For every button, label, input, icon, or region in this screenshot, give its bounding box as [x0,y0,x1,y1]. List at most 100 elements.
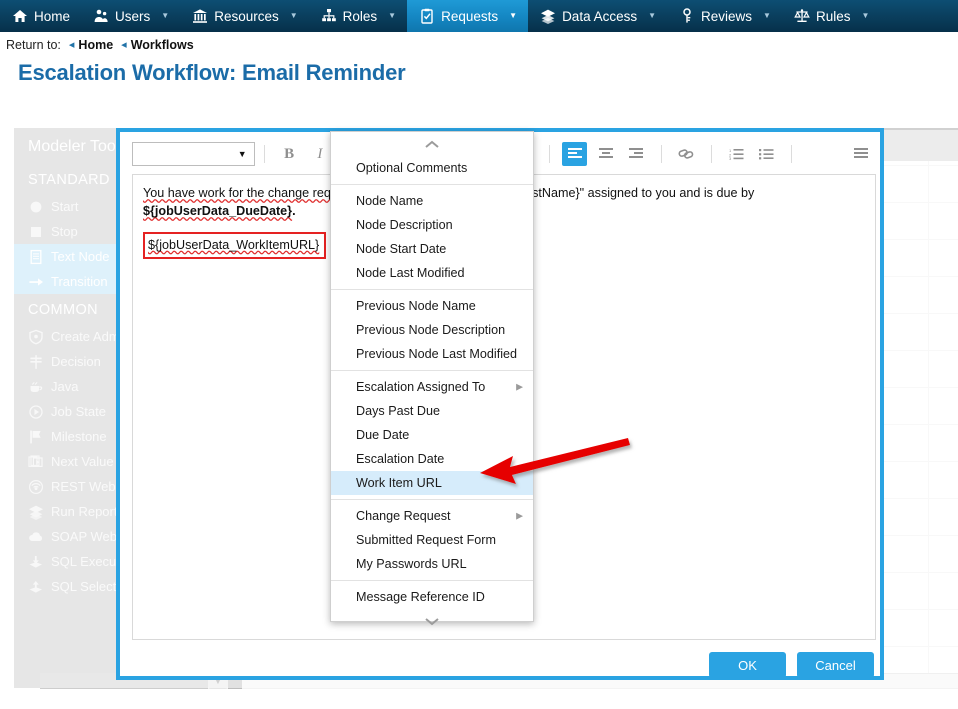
menu-item-node-name[interactable]: Node Name [331,189,533,213]
italic-button[interactable]: I [308,142,333,166]
align-right-button[interactable] [624,142,649,166]
toolbox-item-label: SQL Select [51,579,116,594]
menu-item-previous-node-description[interactable]: Previous Node Description [331,318,533,342]
toolbox-item-label: Next Value [51,454,114,469]
menu-item-optional-comments[interactable]: Optional Comments [331,156,533,180]
toolbar-divider [264,145,265,163]
insert-link-button[interactable] [674,142,699,166]
nav-item-requests[interactable]: Requests ▼ [407,0,528,32]
menu-item-due-date[interactable]: Due Date [331,423,533,447]
nav-item-label: Rules [816,9,851,24]
menu-item-label: Optional Comments [356,161,467,175]
nav-item-users[interactable]: Users▼ [81,0,180,32]
cancel-button[interactable]: Cancel [797,652,874,678]
menu-item-label: Escalation Date [356,452,444,466]
circle-filled-icon [28,199,43,214]
shield-icon [28,329,43,344]
font-family-select[interactable]: ▼ [132,142,255,166]
scroll-up-chevron-icon[interactable] [331,132,533,156]
editor-text-line1a: You have work for the change request [143,186,355,200]
menu-item-node-last-modified[interactable]: Node Last Modified [331,261,533,285]
ordered-list-button[interactable]: 1 2 3 [724,142,749,166]
editor-token-workitemurl: ${jobUserData_WorkItemURL} [148,238,319,252]
svg-text:3: 3 [729,156,732,160]
nav-item-label: Home [34,9,70,24]
chevron-down-icon: ▼ [238,149,247,159]
menu-item-node-start-date[interactable]: Node Start Date [331,237,533,261]
nav-item-label: Roles [343,9,378,24]
menu-item-label: Previous Node Name [356,299,476,313]
nav-item-resources[interactable]: Resources▼ [180,0,308,32]
justify-button[interactable] [848,142,873,166]
menu-separator [331,370,533,371]
menu-item-message-reference-id[interactable]: Message Reference ID [331,585,533,609]
nav-item-rules[interactable]: Rules ▼ [782,0,880,32]
align-left-button[interactable] [562,142,587,166]
page-title: Escalation Workflow: Email Reminder [18,60,405,86]
coffee-cup-icon [28,379,43,394]
submenu-arrow-icon: ▶ [516,511,523,522]
menu-item-submitted-request-form[interactable]: Submitted Request Form [331,528,533,552]
layers-icon [540,8,556,24]
breadcrumb: Return to: ◂ Home ◂ Workflows [0,32,958,58]
menu-item-work-item-url[interactable]: Work Item URL [331,471,533,495]
toolbar-divider-5 [791,145,792,163]
menu-item-change-request[interactable]: Change Request▶ [331,504,533,528]
menu-item-escalation-assigned-to[interactable]: Escalation Assigned To▶ [331,375,533,399]
menu-item-label: Node Last Modified [356,266,465,280]
bold-button[interactable]: B [277,142,302,166]
menu-item-label: Node Name [356,194,423,208]
key-icon [679,8,695,24]
nav-item-label: Reviews [701,9,752,24]
nav-item-data-access[interactable]: Data Access▼ [528,0,667,32]
menu-item-label: Work Item URL [356,476,442,490]
breadcrumb-link-workflows[interactable]: Workflows [131,38,194,52]
chevron-down-icon: ▼ [861,12,869,20]
menu-item-label: Message Reference ID [356,590,485,604]
chevron-down-icon: ▼ [648,12,656,20]
app-root: HomeUsers▼Resources▼Roles▼Requests▼Data … [0,0,958,709]
unordered-list-button[interactable] [754,142,779,166]
chevron-down-icon: ▼ [509,12,517,20]
menu-item-escalation-date[interactable]: Escalation Date [331,447,533,471]
document-icon [28,249,43,264]
toolbar-divider-3 [661,145,662,163]
toolbox-item-label: Job State [51,404,106,419]
scroll-down-chevron-icon[interactable] [331,609,533,633]
menu-item-node-description[interactable]: Node Description [331,213,533,237]
toolbox-item-label: Run Report [51,504,117,519]
clipboard-check-icon [419,8,435,24]
align-center-button[interactable] [593,142,618,166]
toolbox-item-label: Milestone [51,429,107,444]
editor-text-period: . [292,204,296,218]
nav-item-label: Requests [441,9,498,24]
menu-item-days-past-due[interactable]: Days Past Due [331,399,533,423]
menu-item-label: Node Start Date [356,242,446,256]
menu-item-label: Previous Node Description [356,323,505,337]
toolbox-item-label: Transition [51,274,108,289]
menu-separator [331,580,533,581]
nav-item-roles[interactable]: Roles ▼ [309,0,407,32]
toolbox-item-label: Java [51,379,78,394]
ok-button[interactable]: OK [709,652,786,678]
nav-item-home[interactable]: Home [0,0,81,32]
dialog-footer: OK Cancel [132,652,876,686]
nav-item-reviews[interactable]: Reviews ▼ [667,0,782,32]
toolbox-item-label: Start [51,199,78,214]
hierarchy-icon [321,8,337,24]
variable-insert-dropdown-menu: Optional Comments Node Name Node Descripti… [330,131,534,622]
chevron-down-icon: ▼ [388,12,396,20]
menu-item-previous-node-last-modified[interactable]: Previous Node Last Modified [331,342,533,366]
main-navigation-bar: HomeUsers▼Resources▼Roles▼Requests▼Data … [0,0,958,32]
menu-item-label: Node Description [356,218,453,232]
menu-separator [331,289,533,290]
menu-item-label: Submitted Request Form [356,533,496,547]
chevron-down-icon: ▼ [763,12,771,20]
menu-item-previous-node-name[interactable]: Previous Node Name [331,294,533,318]
menu-item-label: Escalation Assigned To [356,380,485,394]
nav-item-label: Resources [214,9,279,24]
next-value-icon [28,454,43,469]
chevron-down-icon: ▼ [161,12,169,20]
menu-item-my-passwords-url[interactable]: My Passwords URL [331,552,533,576]
breadcrumb-link-home[interactable]: Home [78,38,113,52]
